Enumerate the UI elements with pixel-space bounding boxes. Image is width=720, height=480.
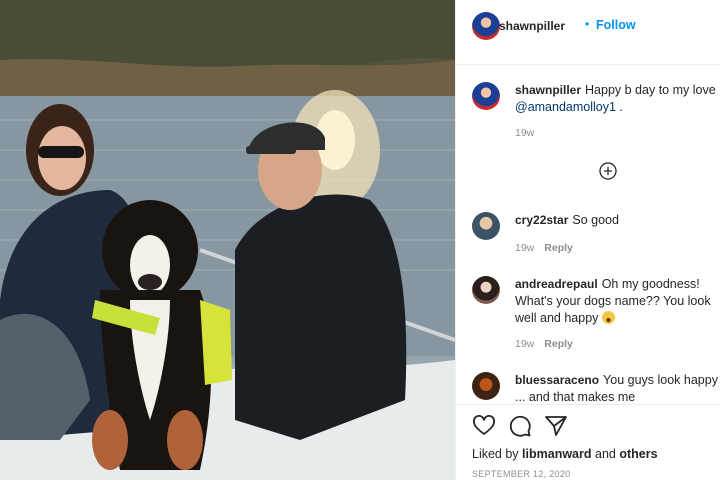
actions-divider xyxy=(456,404,720,405)
comment-body: andreadrepaul Oh my goodness! What's your… xyxy=(515,276,720,327)
load-more-comments-button[interactable] xyxy=(599,162,617,180)
comment-text: So good xyxy=(572,213,619,227)
reply-button[interactable]: Reply xyxy=(544,242,573,254)
post-photo[interactable] xyxy=(0,0,455,480)
comment-meta: 19w Reply xyxy=(515,242,573,254)
comment-meta: 19w Reply xyxy=(515,338,573,350)
heart-icon xyxy=(473,415,495,435)
liked-by-others[interactable]: others xyxy=(619,447,657,461)
caption-mention[interactable]: @amandamolloy1 xyxy=(515,100,616,114)
commenter-avatar[interactable] xyxy=(472,212,500,240)
comment-time[interactable]: 19w xyxy=(515,338,534,350)
caption-time[interactable]: 19w xyxy=(515,127,534,139)
post-side-panel: shawnpiller • Follow shawnpiller Happy b … xyxy=(455,0,720,480)
photo-scene xyxy=(0,0,455,480)
caption-meta: 19w xyxy=(515,127,534,139)
header-divider xyxy=(456,64,720,65)
follow-separator: • xyxy=(585,17,590,31)
comment-item: bluessaraceno You guys look happy ... and… xyxy=(472,372,720,404)
comment-button[interactable] xyxy=(508,414,532,438)
comment-username[interactable]: andreadrepaul xyxy=(515,277,598,291)
commenter-avatar[interactable] xyxy=(472,276,500,304)
paper-plane-icon xyxy=(545,416,567,436)
caption-avatar[interactable] xyxy=(472,82,500,110)
likes-and: and xyxy=(595,447,616,461)
liked-by-user[interactable]: libmanward xyxy=(522,447,591,461)
owner-avatar[interactable] xyxy=(472,12,500,40)
reply-button[interactable]: Reply xyxy=(544,338,573,350)
like-button[interactable] xyxy=(472,414,496,438)
caption-text: Happy b day to my love xyxy=(585,83,716,97)
caption-suffix: . xyxy=(619,100,623,114)
comment-bubble-icon xyxy=(509,415,531,437)
comment-time[interactable]: 19w xyxy=(515,242,534,254)
comment-body: cry22star So good xyxy=(515,212,720,229)
likes-prefix: Liked by xyxy=(472,447,519,461)
likes-summary: Liked by libmanward and others xyxy=(472,447,658,461)
comment-username[interactable]: bluessaraceno xyxy=(515,373,599,387)
commenter-avatar[interactable] xyxy=(472,372,500,400)
comment-body: bluessaraceno You guys look happy ... and… xyxy=(515,372,720,404)
plus-circle-icon xyxy=(599,162,617,180)
follow-button[interactable]: Follow xyxy=(596,18,636,32)
caption-body: shawnpiller Happy b day to my love @amand… xyxy=(515,82,720,116)
caption-username[interactable]: shawnpiller xyxy=(515,83,581,97)
grinning-face-icon xyxy=(601,311,615,324)
comment-username[interactable]: cry22star xyxy=(515,213,568,227)
share-button[interactable] xyxy=(544,414,568,438)
owner-username[interactable]: shawnpiller xyxy=(499,19,565,33)
post-date[interactable]: SEPTEMBER 12, 2020 xyxy=(472,469,570,479)
